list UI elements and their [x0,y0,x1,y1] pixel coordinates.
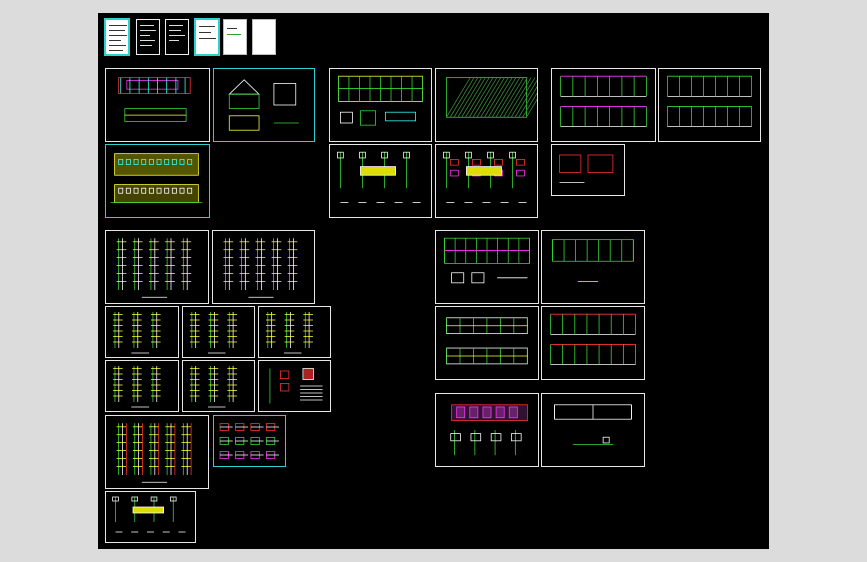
roof-framing-b-drawing [550,313,636,365]
column-details-drawing [337,151,421,203]
cover-sheet-3[interactable] [165,19,189,55]
foundation-plan-a-sheet[interactable] [435,230,539,304]
site-section-drawing [554,404,632,445]
rebar-notes-sheet[interactable] [258,360,331,412]
frame-elevation-a-drawing [560,75,647,127]
frame-elevation-b-drawing [667,75,752,127]
rebar-cols-6-sheet[interactable] [105,360,179,412]
arch-plan-drawing [118,77,191,122]
foundation-plan-b-sheet[interactable] [541,230,645,304]
node-details-drawing [219,423,279,459]
rebar-cols-1-sheet[interactable] [105,230,209,304]
stair-plan-sheet[interactable] [435,393,539,467]
cover-sheet-6[interactable] [252,19,276,55]
rebar-notes-drawing [269,368,323,404]
roof-framing-a-drawing [446,317,528,365]
small-detail-sheet[interactable] [551,144,625,196]
node-details-sheet[interactable] [213,415,286,467]
rebar-cols-3-sheet[interactable] [105,306,179,358]
rebar-cols-7-drawing [189,365,237,408]
site-section-sheet[interactable] [541,393,645,467]
foundation-plan-a-drawing [444,237,530,284]
rebar-cols-1-drawing [116,238,192,298]
roof-framing-a-sheet[interactable] [435,306,539,380]
rebar-cols-8-drawing [116,423,192,483]
foundation-plan-b-drawing [552,239,634,282]
struct-hatch-plan-drawing [446,77,537,118]
misc-details-sheet[interactable] [105,491,196,543]
rebar-cols-5-drawing [265,311,313,354]
rebar-cols-5-sheet[interactable] [258,306,331,358]
roof-framing-b-sheet[interactable] [541,306,645,380]
cover-sheet-2[interactable] [136,19,160,55]
stair-plan-drawing [450,404,528,456]
cover-sheet-1[interactable] [104,18,130,56]
misc-details-drawing [112,496,186,533]
struct-grid-plan-drawing [338,75,423,126]
column-details-sheet[interactable] [329,144,432,218]
rebar-cols-4-drawing [189,311,237,354]
frame-elevation-b-sheet[interactable] [658,68,761,142]
arch-elevation-sheet[interactable] [105,144,210,218]
rebar-cols-4-sheet[interactable] [182,306,255,358]
rebar-cols-6-drawing [113,365,161,408]
rebar-cols-3-drawing [113,311,161,354]
rebar-cols-8-sheet[interactable] [105,415,209,489]
rebar-cols-7-sheet[interactable] [182,360,255,412]
beam-details-sheet[interactable] [435,144,538,218]
struct-hatch-plan-sheet[interactable] [435,68,538,142]
arch-elevation-drawing [110,153,203,203]
cover-sheet-5[interactable] [223,19,247,55]
cad-drawing-canvas[interactable] [98,13,769,549]
rebar-cols-2-drawing [223,238,298,298]
small-detail-drawing [559,154,614,183]
arch-plan-sheet[interactable] [105,68,210,142]
cover-sheet-4[interactable] [194,18,220,56]
struct-grid-plan-sheet[interactable] [329,68,432,142]
arch-section-sheet[interactable] [213,68,315,142]
beam-details-drawing [443,151,527,203]
arch-section-drawing [228,79,299,131]
frame-elevation-a-sheet[interactable] [551,68,656,142]
rebar-cols-2-sheet[interactable] [212,230,315,304]
